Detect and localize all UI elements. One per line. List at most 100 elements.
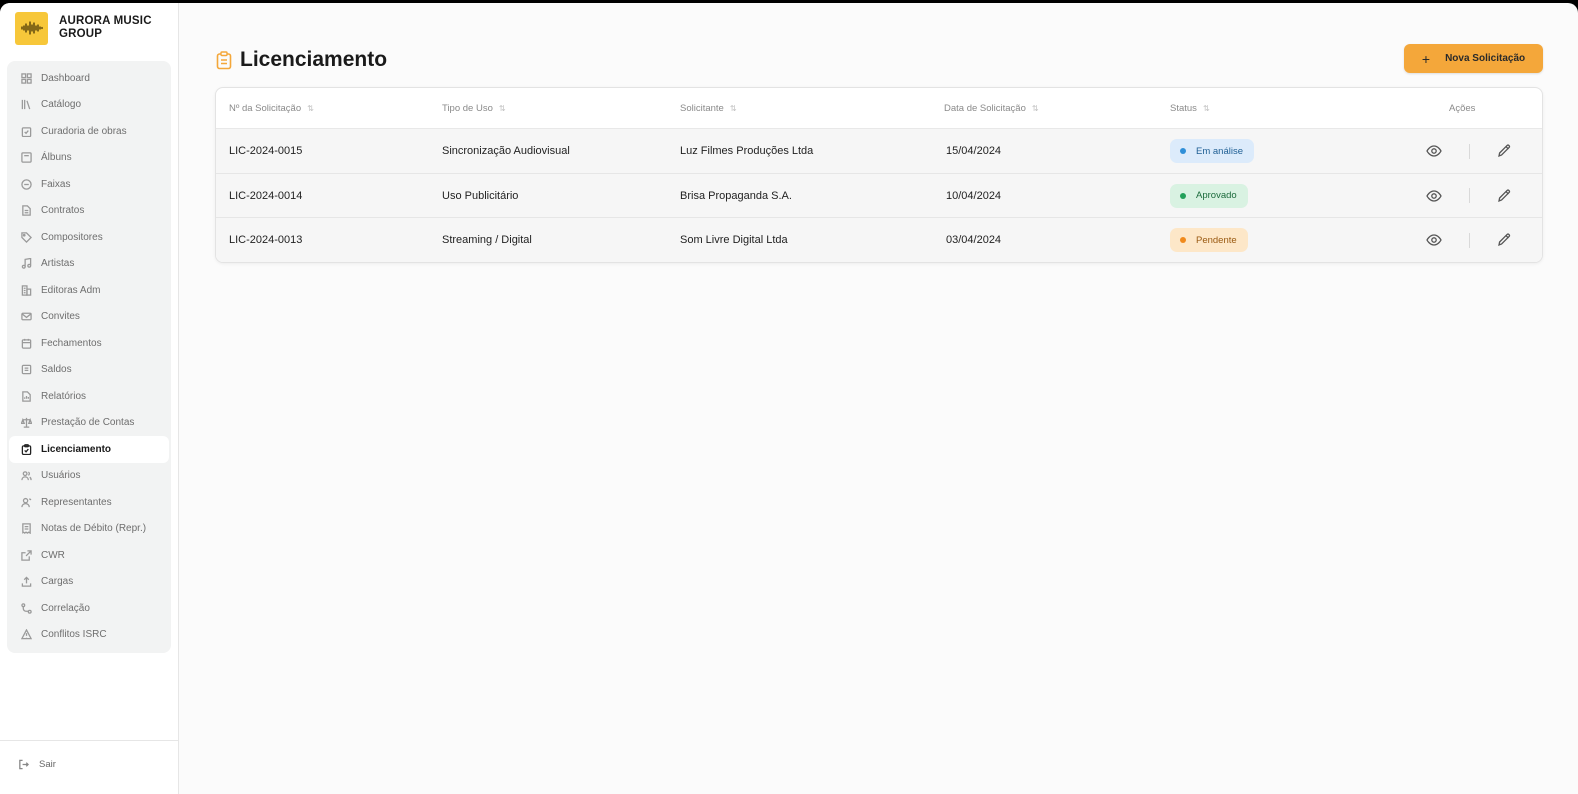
sidebar-item-faixas[interactable]: Faixas	[9, 171, 169, 198]
column-header-status[interactable]: Status ⇅	[1170, 88, 1210, 129]
sidebar-item-usuarios[interactable]: Usuários	[9, 463, 169, 490]
status-cell: Aprovado	[1170, 174, 1248, 218]
sidebar-item-licenciamento[interactable]: Licenciamento	[9, 436, 169, 463]
edit-pencil-icon[interactable]	[1496, 143, 1512, 159]
table-body: LIC-2024-0015 Sincronização Audiovisual Lu…	[216, 129, 1542, 262]
sidebar-item-label: Faixas	[41, 178, 71, 190]
usage-type: Streaming / Digital	[442, 234, 532, 246]
sidebar-item-artistas[interactable]: Artistas	[9, 251, 169, 278]
edit-pencil-icon[interactable]	[1496, 188, 1512, 204]
edit-pencil-icon[interactable]	[1496, 232, 1512, 248]
sidebar-item-label: Álbuns	[41, 152, 72, 164]
view-eye-icon[interactable]	[1426, 188, 1442, 204]
table-row[interactable]: LIC-2024-0015 Sincronização Audiovisual Lu…	[216, 129, 1542, 174]
sidebar-item-label: Fechamentos	[41, 337, 102, 349]
column-header-requester[interactable]: Solicitante ⇅	[680, 88, 736, 129]
receipt-icon	[21, 523, 32, 535]
actions-divider	[1469, 232, 1470, 248]
status-badge: Em análise	[1170, 139, 1254, 163]
sidebar-item-fechamentos[interactable]: Fechamentos	[9, 330, 169, 357]
sidebar-item-label: Conflitos ISRC	[41, 629, 107, 641]
upload-icon	[21, 576, 32, 587]
sidebar-item-contratos[interactable]: Contratos	[9, 198, 169, 225]
request-date: 03/04/2024	[946, 234, 1002, 246]
sidebar-item-prestacao-de-contas[interactable]: Prestação de Contas	[9, 410, 169, 437]
column-header-label: Ações	[1449, 103, 1476, 114]
column-header-label: Tipo de Uso	[442, 103, 493, 114]
sidebar-item-convites[interactable]: Convites	[9, 304, 169, 331]
row-actions	[1426, 129, 1536, 173]
sidebar-item-notas-de-debito-repr[interactable]: Notas de Débito (Repr.)	[9, 516, 169, 543]
sort-icon: ⇅	[498, 104, 506, 113]
new-request-button[interactable]: + Nova Solicitação	[1404, 44, 1543, 73]
column-header-date[interactable]: Data de Solicitação ⇅	[944, 88, 1039, 129]
request-id: LIC-2024-0014	[229, 189, 303, 202]
plus-icon: +	[1421, 50, 1431, 67]
sidebar-item-relatorios[interactable]: Relatórios	[9, 383, 169, 410]
sidebar-item-catalogo[interactable]: Catálogo	[9, 92, 169, 119]
sidebar-item-saldos[interactable]: Saldos	[9, 357, 169, 384]
view-eye-icon[interactable]	[1426, 232, 1442, 248]
sort-icon: ⇅	[307, 104, 314, 113]
app-window: AURORA MUSIC GROUP Dashboard Catálogo Cura…	[0, 3, 1578, 794]
requester: Som Livre Digital Ltda	[680, 234, 788, 246]
tag-icon	[21, 232, 32, 243]
sidebar-item-dashboard[interactable]: Dashboard	[9, 65, 169, 92]
status-cell: Em análise	[1170, 129, 1254, 173]
brand-name: AURORA MUSIC GROUP	[59, 15, 152, 40]
status-label: Em análise	[1196, 145, 1243, 157]
column-header-type[interactable]: Tipo de Uso ⇅	[442, 88, 506, 129]
status-dot	[1180, 237, 1186, 243]
column-header-actions: Ações	[1449, 88, 1475, 129]
sidebar-item-curadoria-de-obras[interactable]: Curadoria de obras	[9, 118, 169, 145]
view-eye-icon[interactable]	[1426, 143, 1442, 159]
sidebar-item-label: Contratos	[41, 205, 85, 217]
page-title-text: Licenciamento	[240, 48, 388, 71]
sidebar: AURORA MUSIC GROUP Dashboard Catálogo Cura…	[0, 3, 179, 794]
user-tie-icon	[21, 497, 32, 508]
sidebar-item-cargas[interactable]: Cargas	[9, 569, 169, 596]
brand[interactable]: AURORA MUSIC GROUP	[15, 11, 159, 45]
requester: Luz Filmes Produções Ltda	[680, 145, 814, 157]
sidebar-item-label: Notas de Débito (Repr.)	[41, 523, 147, 535]
sidebar-item-label: Convites	[41, 311, 80, 323]
sidebar-item-label: Correlação	[41, 602, 90, 614]
licensing-table: Nº da Solicitação ⇅ Tipo de Uso ⇅ Solici…	[215, 87, 1543, 263]
sidebar-item-editoras-adm[interactable]: Editoras Adm	[9, 277, 169, 304]
clipboard-icon	[21, 443, 32, 455]
sidebar-item-compositores[interactable]: Compositores	[9, 224, 169, 251]
row-actions	[1426, 174, 1536, 218]
column-header-label: Data de Solicitação	[944, 103, 1026, 114]
page-title: Licenciamento	[216, 48, 387, 72]
mail-icon	[21, 311, 32, 322]
new-request-label: Nova Solicitação	[1445, 53, 1526, 64]
sidebar-item-representantes[interactable]: Representantes	[9, 489, 169, 516]
column-header-label: Nº da Solicitação	[229, 103, 302, 114]
table-row[interactable]: LIC-2024-0013 Streaming / Digital Som Livr…	[216, 218, 1542, 262]
album-icon	[21, 152, 32, 163]
grid-icon	[21, 73, 32, 84]
request-id: LIC-2024-0015	[229, 145, 303, 157]
column-header-id[interactable]: Nº da Solicitação ⇅	[229, 88, 314, 129]
status-label: Aprovado	[1196, 190, 1237, 201]
logout-button[interactable]: Sair	[18, 759, 56, 770]
sidebar-item-correlacao[interactable]: Correlação	[9, 595, 169, 622]
sidebar-item-label: Relatórios	[41, 390, 87, 402]
usage-type: Uso Publicitário	[442, 189, 519, 202]
sidebar-item-label: Catálogo	[41, 99, 82, 111]
sidebar-item-label: Representantes	[41, 496, 112, 508]
clipboard-icon	[216, 50, 232, 69]
sidebar-footer: Sair	[0, 740, 178, 794]
sidebar-item-conflitos-isrc[interactable]: Conflitos ISRC	[9, 622, 169, 649]
clipboard-check-icon	[21, 126, 32, 137]
sidebar-item-label: Prestação de Contas	[41, 417, 135, 429]
music-note-icon	[21, 258, 32, 269]
status-dot	[1180, 148, 1186, 154]
sort-icon: ⇅	[1031, 104, 1039, 113]
sidebar-item-cwr[interactable]: CWR	[9, 542, 169, 569]
status-dot	[1180, 192, 1186, 199]
building-icon	[21, 285, 32, 296]
sidebar-item-albuns[interactable]: Álbuns	[9, 145, 169, 172]
actions-divider	[1469, 143, 1470, 159]
table-row[interactable]: LIC-2024-0014 Uso Publicitário Brisa Propa…	[216, 173, 1542, 218]
